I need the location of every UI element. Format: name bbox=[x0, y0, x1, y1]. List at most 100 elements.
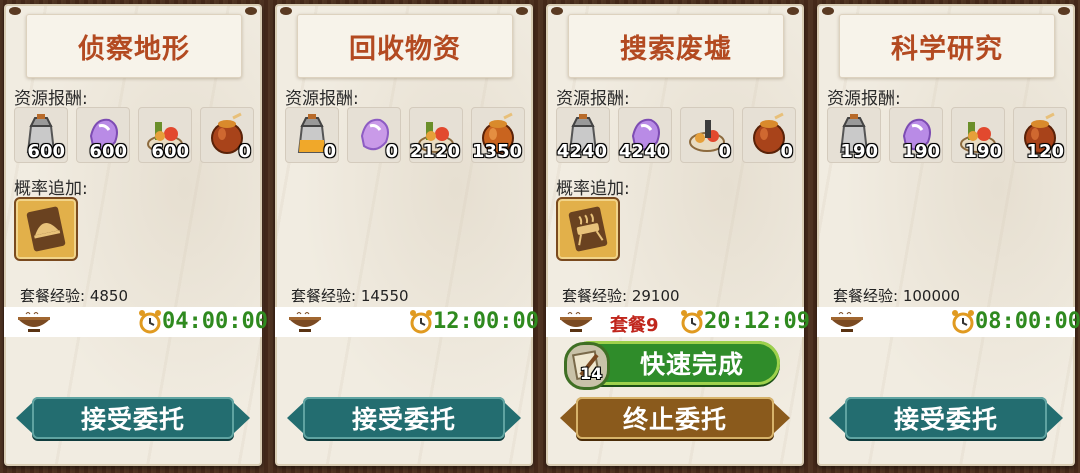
exp-value: 4850 bbox=[89, 287, 129, 305]
timer-bar: 12:00:00 bbox=[275, 307, 539, 337]
button-ornament-right bbox=[505, 403, 521, 433]
resource-slot-food[interactable]: 190 bbox=[951, 107, 1005, 163]
exp-value: 100000 bbox=[902, 287, 961, 305]
resource-qty: 120 bbox=[1026, 141, 1064, 162]
bowl-icon bbox=[831, 312, 863, 332]
meal-name: 套餐9 bbox=[610, 315, 659, 336]
meal-exp: 套餐经验: 100000 bbox=[833, 287, 961, 305]
resource-slot-food[interactable]: 0 bbox=[680, 107, 734, 163]
resource-slot-kettle[interactable]: 0 bbox=[285, 107, 339, 163]
resource-row: 190 190 190 120 bbox=[827, 107, 1067, 165]
card-title: 搜索废墟 bbox=[620, 34, 732, 65]
resource-slot-kettle[interactable]: 4240 bbox=[556, 107, 610, 163]
resource-qty: 0 bbox=[385, 141, 398, 162]
resource-row: 4240 4240 0 0 bbox=[556, 107, 796, 165]
commission-card-3: 搜索废墟 资源报酬: 4240 4240 0 0 概率追加: 套餐经验: 291… bbox=[546, 4, 810, 466]
resource-qty: 4240 bbox=[618, 141, 669, 162]
probability-bonus-label: 概率追加: bbox=[14, 179, 88, 199]
resource-slot-food[interactable]: 600 bbox=[138, 107, 192, 163]
countdown-timer: 04:00:00 bbox=[162, 309, 268, 334]
probability-bonus-label: 概率追加: bbox=[556, 179, 630, 199]
resource-row: 0 0 2120 1350 bbox=[285, 107, 525, 165]
pin-icon bbox=[280, 7, 292, 15]
resource-slot-food[interactable]: 2120 bbox=[409, 107, 463, 163]
commission-card-2: 回收物资 资源报酬: 0 0 2120 1350 套餐经验: 14550 12:… bbox=[275, 4, 539, 466]
exp-value: 29100 bbox=[631, 287, 680, 305]
pin-icon bbox=[822, 7, 834, 15]
alarm-clock-icon bbox=[952, 310, 974, 334]
pin-icon bbox=[787, 7, 799, 15]
bowl-icon bbox=[560, 312, 592, 332]
resource-slot-crystal[interactable]: 4240 bbox=[618, 107, 672, 163]
meal-exp: 套餐经验: 4850 bbox=[20, 287, 129, 305]
meal-exp: 套餐经验: 29100 bbox=[562, 287, 680, 305]
timer-bar: 04:00:00 bbox=[4, 307, 268, 337]
card-title: 侦察地形 bbox=[78, 34, 190, 65]
resource-qty: 0 bbox=[238, 141, 251, 162]
timer-bar: 08:00:00 bbox=[817, 307, 1080, 337]
resource-slot-crystal[interactable]: 190 bbox=[889, 107, 943, 163]
accept-commission-button[interactable]: 接受委托 bbox=[32, 397, 234, 439]
button-ornament-left bbox=[560, 403, 576, 433]
alarm-clock-icon bbox=[139, 310, 161, 334]
countdown-timer: 08:00:00 bbox=[975, 309, 1080, 334]
quick-ticket-count: 14 bbox=[580, 364, 603, 383]
accept-commission-button[interactable]: 接受委托 bbox=[303, 397, 505, 439]
quick-complete-label: 快速完成 bbox=[639, 350, 744, 379]
resource-qty: 190 bbox=[964, 141, 1002, 162]
resource-qty: 0 bbox=[718, 141, 731, 162]
pin-icon bbox=[516, 7, 528, 15]
title-box: 科学研究 bbox=[839, 14, 1055, 78]
resource-reward-label: 资源报酬: bbox=[556, 89, 630, 109]
resource-qty: 190 bbox=[902, 141, 940, 162]
button-ornament-left bbox=[287, 403, 303, 433]
resource-slot-honey[interactable]: 0 bbox=[200, 107, 254, 163]
resource-slot-honey[interactable]: 0 bbox=[742, 107, 796, 163]
button-ornament-left bbox=[16, 403, 32, 433]
meal-exp: 套餐经验: 14550 bbox=[291, 287, 409, 305]
resource-qty: 1350 bbox=[471, 141, 522, 162]
countdown-timer: 12:00:00 bbox=[433, 309, 539, 334]
resource-qty: 2120 bbox=[409, 141, 460, 162]
resource-slot-crystal[interactable]: 0 bbox=[347, 107, 401, 163]
countdown-timer: 20:12:09 bbox=[704, 309, 810, 334]
commission-card-4: 科学研究 资源报酬: 190 190 190 120 套餐经验: 100000 … bbox=[817, 4, 1080, 466]
timer-bar: 套餐9 20:12:09 bbox=[546, 307, 810, 337]
title-box: 搜索废墟 bbox=[568, 14, 784, 78]
resource-slot-crystal[interactable]: 600 bbox=[76, 107, 130, 163]
cloche-card-icon bbox=[26, 206, 66, 252]
resource-qty: 0 bbox=[780, 141, 793, 162]
title-box: 侦察地形 bbox=[26, 14, 242, 78]
resource-slot-kettle[interactable]: 190 bbox=[827, 107, 881, 163]
resource-qty: 0 bbox=[323, 141, 336, 162]
resource-reward-label: 资源报酬: bbox=[827, 89, 901, 109]
resource-reward-label: 资源报酬: bbox=[14, 89, 88, 109]
alarm-clock-icon bbox=[681, 310, 703, 334]
title-box: 回收物资 bbox=[297, 14, 513, 78]
bowl-icon bbox=[289, 312, 321, 332]
card-title: 回收物资 bbox=[349, 34, 461, 65]
resource-slot-honey[interactable]: 120 bbox=[1013, 107, 1067, 163]
button-ornament-left bbox=[829, 403, 845, 433]
accept-commission-button[interactable]: 接受委托 bbox=[845, 397, 1047, 439]
resource-reward-label: 资源报酬: bbox=[285, 89, 359, 109]
stop-commission-button[interactable]: 终止委托 bbox=[576, 397, 774, 439]
resource-qty: 190 bbox=[840, 141, 878, 162]
resource-qty: 4240 bbox=[556, 141, 607, 162]
commission-card-1: 侦察地形 资源报酬: 600 600 600 0 概率追加: 套餐经验: 485… bbox=[4, 4, 268, 466]
bowl-icon bbox=[18, 312, 50, 332]
pin-icon bbox=[1058, 7, 1070, 15]
resource-slot-honey[interactable]: 1350 bbox=[471, 107, 525, 163]
bonus-item[interactable] bbox=[14, 197, 78, 261]
resource-qty: 600 bbox=[151, 141, 189, 162]
bonus-item[interactable] bbox=[556, 197, 620, 261]
card-title: 科学研究 bbox=[891, 34, 1003, 65]
exp-value: 14550 bbox=[360, 287, 409, 305]
resource-row: 600 600 600 0 bbox=[14, 107, 254, 165]
grill-card-icon bbox=[568, 206, 608, 252]
button-ornament-right bbox=[774, 403, 790, 433]
resource-slot-kettle[interactable]: 600 bbox=[14, 107, 68, 163]
resource-qty: 600 bbox=[27, 141, 65, 162]
button-ornament-right bbox=[1047, 403, 1063, 433]
pin-icon bbox=[245, 7, 257, 15]
